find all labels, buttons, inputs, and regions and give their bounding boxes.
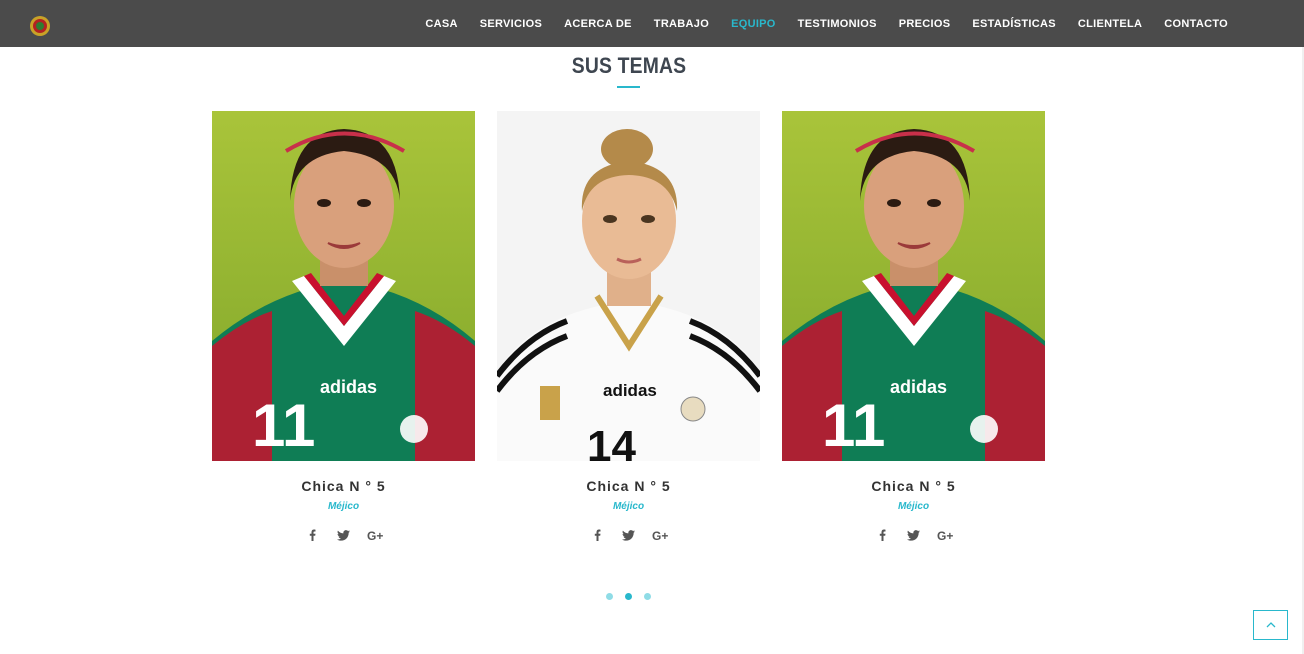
carousel-dot[interactable] [644,593,651,600]
carousel-dot[interactable] [606,593,613,600]
nav-item-casa[interactable]: CASA [425,2,457,46]
nav-item-estadisticas[interactable]: ESTADÍSTICAS [972,2,1055,46]
svg-text:G+: G+ [937,529,953,541]
nav-item-equipo[interactable]: EQUIPO [731,2,776,46]
main-nav: CASA SERVICIOS ACERCA DE TRABAJO EQUIPO … [403,0,1304,47]
nav-item-contacto[interactable]: CONTACTO [1164,2,1228,46]
twitter-icon[interactable] [335,526,353,544]
player-photo: adidas 14 [497,111,760,461]
logo-icon[interactable] [29,15,51,37]
team-card: adidas 11 Chica N ° 5 Méjico G+ [782,111,1045,541]
nav-item-acerca-de[interactable]: ACERCA DE [564,2,632,46]
nav-item-precios[interactable]: PRECIOS [899,2,951,46]
facebook-icon[interactable] [303,526,321,544]
carousel-dot-active[interactable] [625,593,632,600]
svg-text:14: 14 [587,422,636,461]
player-photo: adidas 11 [782,111,1045,461]
player-country: Méjico [897,501,930,512]
twitter-icon[interactable] [905,526,923,544]
player-photo: adidas 11 [212,111,475,461]
social-links: G+ [212,526,475,544]
player-name: Chica N ° 5 [301,478,386,494]
twitter-icon[interactable] [620,526,638,544]
svg-text:adidas: adidas [320,377,377,397]
google-plus-icon[interactable]: G+ [367,526,385,544]
svg-text:G+: G+ [652,529,668,541]
team-card: adidas 11 Chica N ° 5 Méjico G+ [212,111,475,541]
title-underline [617,86,640,88]
facebook-icon[interactable] [873,526,891,544]
social-links: G+ [497,526,760,544]
nav-item-servicios[interactable]: SERVICIOS [480,2,542,46]
team-card: adidas 14 Chica N ° 5 Méjico G+ [497,111,760,541]
social-links: G+ [782,526,1045,544]
svg-text:11: 11 [252,392,315,459]
facebook-icon[interactable] [588,526,606,544]
google-plus-icon[interactable]: G+ [937,526,955,544]
player-name: Chica N ° 5 [586,478,671,494]
svg-text:adidas: adidas [603,381,657,400]
player-name: Chica N ° 5 [871,478,956,494]
carousel-pagination [606,593,651,600]
google-plus-icon[interactable]: G+ [652,526,670,544]
section-title: SUS TEMAS [571,53,687,78]
svg-text:G+: G+ [367,529,383,541]
player-country: Méjico [327,501,360,512]
nav-item-testimonios[interactable]: TESTIMONIOS [798,2,877,46]
scroll-to-top-button[interactable] [1253,610,1288,640]
svg-text:11: 11 [822,392,885,459]
svg-text:adidas: adidas [890,377,947,397]
nav-item-clientela[interactable]: CLIENTELA [1078,2,1142,46]
chevron-up-icon [1266,622,1275,628]
top-navbar: CASA SERVICIOS ACERCA DE TRABAJO EQUIPO … [0,0,1304,47]
nav-item-trabajo[interactable]: TRABAJO [654,2,709,46]
player-country: Méjico [612,501,645,512]
